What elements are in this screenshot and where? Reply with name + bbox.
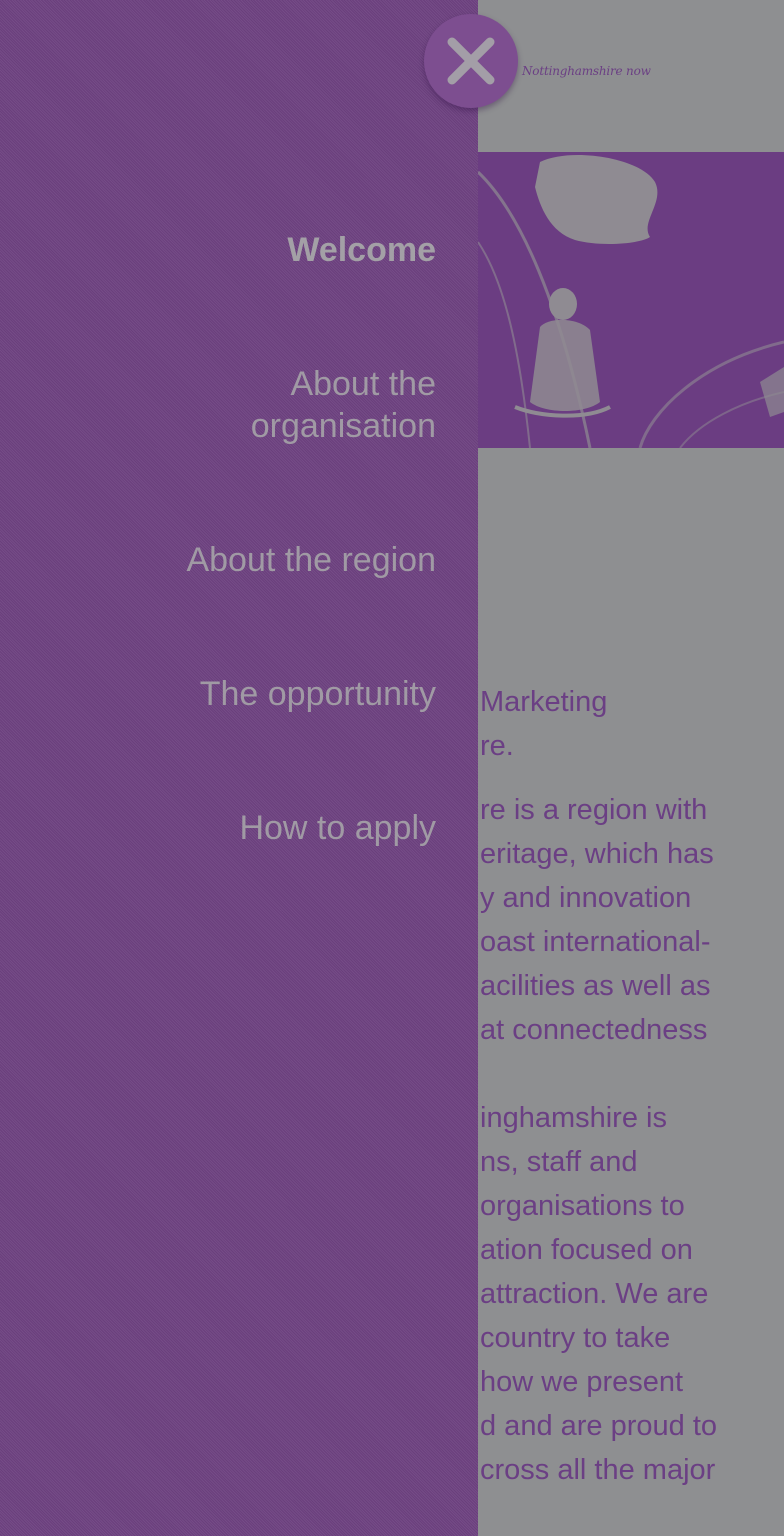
site-logo[interactable]: Nottinghamshire now	[522, 64, 651, 78]
content-line: re.	[480, 730, 514, 762]
nav-item-opportunity[interactable]: The opportunity	[36, 673, 436, 715]
content-line: d and are proud to	[480, 1410, 718, 1442]
content-line: y and innovation	[480, 882, 692, 914]
close-menu-button[interactable]	[424, 14, 518, 108]
content-line: acilities as well as	[480, 970, 711, 1002]
nav-item-welcome[interactable]: Welcome	[36, 229, 436, 271]
content-line: at connectedness	[480, 1014, 708, 1046]
content-line: country to take	[480, 1322, 671, 1354]
content-line: organisations to	[480, 1190, 685, 1222]
content-line: re is a region with	[480, 794, 708, 826]
content-line: attraction. We are	[480, 1278, 709, 1310]
content-line: eritage, which has	[480, 838, 714, 870]
content-line: how we present	[480, 1366, 684, 1398]
nav-drawer: Welcome About the organisation About the…	[0, 0, 478, 1536]
nav-item-about-region[interactable]: About the region	[36, 539, 436, 581]
nav-item-how-to-apply[interactable]: How to apply	[36, 807, 436, 849]
close-icon	[447, 37, 495, 85]
content-line: Marketing	[480, 686, 608, 718]
content-line: oast international-	[480, 926, 711, 958]
content-line: cross all the major	[480, 1454, 716, 1486]
content-line: ns, staff and	[480, 1146, 638, 1178]
content-line: inghamshire is	[480, 1102, 667, 1134]
page: Nottinghamshire now Marketing re. re is …	[0, 0, 784, 1536]
content-line: ation focused on	[480, 1234, 693, 1266]
nav-item-about-organisation[interactable]: About the organisation	[176, 363, 436, 447]
